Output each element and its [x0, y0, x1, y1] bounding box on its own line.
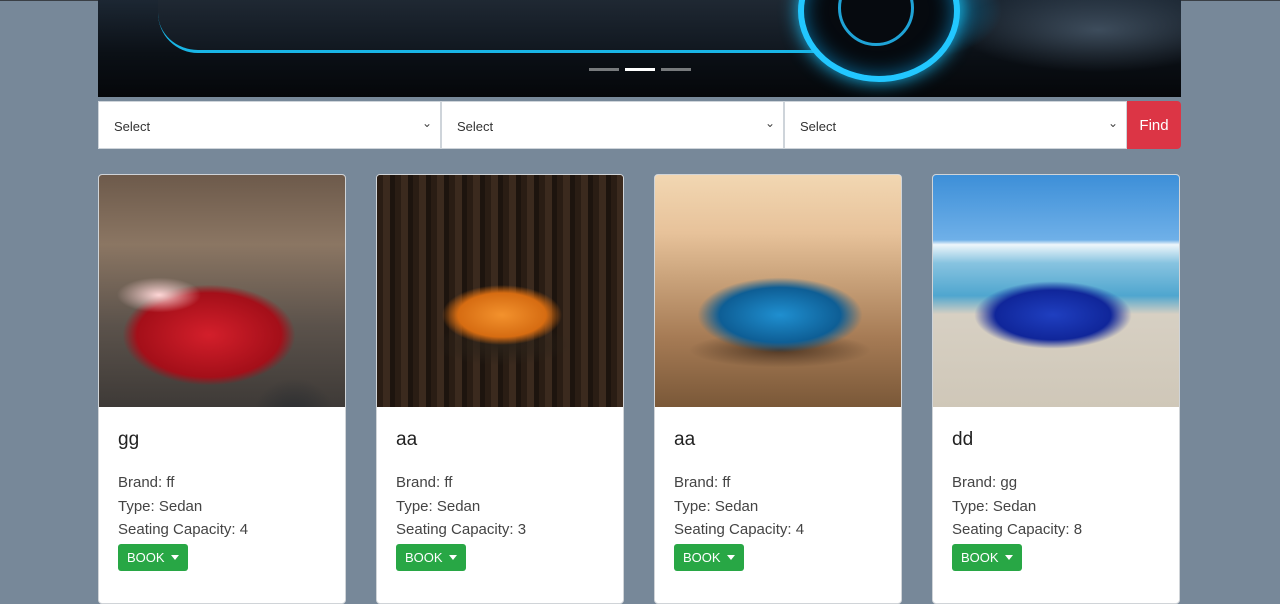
- brand-select[interactable]: Select ⌄: [98, 101, 441, 149]
- card-body: gg Brand: ff Type: Sedan Seating Capacit…: [99, 407, 345, 591]
- book-button-label: BOOK: [405, 549, 443, 565]
- book-button[interactable]: BOOK: [674, 543, 744, 571]
- car-card: dd Brand: gg Type: Sedan Seating Capacit…: [932, 174, 1180, 604]
- car-capacity: Seating Capacity: 4: [674, 521, 805, 538]
- caret-down-icon: [1004, 554, 1013, 560]
- book-button-label: BOOK: [127, 549, 165, 565]
- book-button[interactable]: BOOK: [952, 543, 1022, 571]
- book-button[interactable]: BOOK: [396, 543, 466, 571]
- car-card: aa Brand: ff Type: Sedan Seating Capacit…: [654, 174, 902, 604]
- find-button[interactable]: Find: [1127, 101, 1181, 149]
- car-type: Type: Sedan: [118, 497, 203, 515]
- book-button-label: BOOK: [683, 549, 721, 565]
- car-type: Type: Sedan: [952, 497, 1037, 515]
- capacity-select-value: Select: [800, 119, 837, 134]
- car-brand: Brand: ff: [396, 474, 453, 491]
- capacity-select[interactable]: Select ⌄: [784, 101, 1127, 149]
- car-photo: [655, 175, 901, 407]
- car-name: dd: [952, 429, 974, 450]
- chevron-down-icon: ⌄: [1107, 116, 1118, 130]
- type-select-value: Select: [457, 119, 494, 134]
- hero-carousel[interactable]: [98, 0, 1181, 97]
- book-button[interactable]: BOOK: [118, 543, 188, 571]
- car-name: aa: [674, 429, 696, 450]
- book-button-label: BOOK: [961, 549, 999, 565]
- car-brand: Brand: ff: [674, 474, 731, 491]
- caret-down-icon: [726, 554, 735, 560]
- card-body: aa Brand: ff Type: Sedan Seating Capacit…: [377, 407, 623, 591]
- carousel-indicator-3[interactable]: [660, 68, 691, 71]
- carousel-indicator-1[interactable]: [588, 68, 619, 71]
- car-capacity: Seating Capacity: 8: [952, 521, 1083, 538]
- card-body: dd Brand: gg Type: Sedan Seating Capacit…: [933, 407, 1179, 591]
- car-card: gg Brand: ff Type: Sedan Seating Capacit…: [98, 174, 346, 604]
- carousel-indicators: [98, 68, 1181, 71]
- car-type: Type: Sedan: [674, 497, 759, 515]
- car-name: aa: [396, 429, 418, 450]
- type-select[interactable]: Select ⌄: [441, 101, 784, 149]
- card-body: aa Brand: ff Type: Sedan Seating Capacit…: [655, 407, 901, 591]
- caret-down-icon: [170, 554, 179, 560]
- caret-down-icon: [448, 554, 457, 560]
- car-type: Type: Sedan: [396, 497, 481, 515]
- filter-bar: Select ⌄ Select ⌄ Select ⌄ Find: [98, 101, 1181, 149]
- chevron-down-icon: ⌄: [421, 116, 432, 130]
- brand-select-value: Select: [114, 119, 151, 134]
- car-card: aa Brand: ff Type: Sedan Seating Capacit…: [376, 174, 624, 604]
- car-brand: Brand: gg: [952, 474, 1018, 491]
- car-capacity: Seating Capacity: 3: [396, 521, 527, 538]
- car-photo: [377, 175, 623, 407]
- carousel-indicator-2[interactable]: [624, 68, 655, 71]
- car-card-list: gg Brand: ff Type: Sedan Seating Capacit…: [98, 174, 1181, 604]
- car-brand: Brand: ff: [118, 474, 175, 491]
- car-photo: [99, 175, 345, 407]
- car-capacity: Seating Capacity: 4: [118, 521, 249, 538]
- car-photo: [933, 175, 1179, 407]
- car-name: gg: [118, 429, 140, 450]
- chevron-down-icon: ⌄: [764, 116, 775, 130]
